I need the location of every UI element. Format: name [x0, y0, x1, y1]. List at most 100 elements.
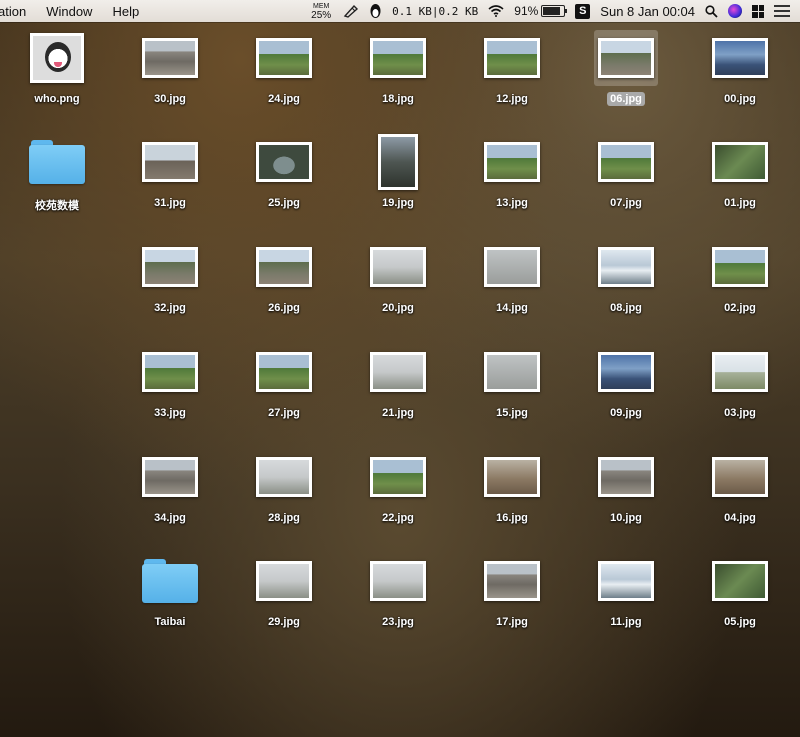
menu-help[interactable]: Help: [102, 4, 149, 19]
dog-image-thumbnail: [30, 33, 84, 83]
icon-thumbnail-area: [118, 449, 222, 505]
qq-penguin-icon[interactable]: [369, 3, 382, 19]
desktop-file-06-jpg[interactable]: 06.jpg: [574, 30, 678, 130]
icon-thumbnail-area: [688, 553, 792, 609]
icon-thumbnail-area: [460, 449, 564, 505]
icon-thumbnail-area: [688, 134, 792, 190]
menu-window[interactable]: Window: [36, 4, 102, 19]
desktop-file-01-jpg[interactable]: 01.jpg: [688, 134, 792, 234]
sogou-input-icon[interactable]: S: [575, 3, 591, 19]
icon-thumbnail-area: [460, 553, 564, 609]
file-label: 08.jpg: [610, 302, 642, 314]
photo-thumbnail: [712, 38, 768, 78]
icon-thumbnail-area: [346, 134, 450, 190]
desktop-file-24-jpg[interactable]: 24.jpg: [232, 30, 336, 130]
desktop-file-34-jpg[interactable]: 34.jpg: [118, 449, 222, 549]
wifi-icon[interactable]: [488, 5, 504, 17]
photo-thumbnail: [370, 561, 426, 601]
memory-monitor[interactable]: MEM 25%: [311, 2, 331, 21]
desktop-file-04-jpg[interactable]: 04.jpg: [688, 449, 792, 549]
file-label: 25.jpg: [268, 197, 300, 209]
desktop-folder-taibai[interactable]: Taibai: [118, 553, 222, 653]
battery-percent: 91%: [514, 4, 539, 18]
clock[interactable]: Sun 8 Jan 00:04: [600, 4, 695, 19]
siri-icon[interactable]: [728, 4, 742, 18]
photo-thumbnail: [256, 561, 312, 601]
desktop-file-10-jpg[interactable]: 10.jpg: [574, 449, 678, 549]
menu-bar: ation Window Help MEM 25% 0.1 KB|0.2 KB …: [0, 0, 800, 22]
folder-icon: [142, 559, 198, 603]
spotlight-search-icon[interactable]: [705, 4, 718, 18]
desktop-file-13-jpg[interactable]: 13.jpg: [460, 134, 564, 234]
desktop-file-25-jpg[interactable]: 25.jpg: [232, 134, 336, 234]
photo-thumbnail: [484, 142, 540, 182]
desktop-file-26-jpg[interactable]: 26.jpg: [232, 239, 336, 339]
desktop-file-29-jpg[interactable]: 29.jpg: [232, 553, 336, 653]
desktop-file-07-jpg[interactable]: 07.jpg: [574, 134, 678, 234]
file-label: 10.jpg: [610, 512, 642, 524]
file-label: 07.jpg: [610, 197, 642, 209]
file-label: 09.jpg: [610, 407, 642, 419]
icon-thumbnail-area: [5, 30, 109, 86]
desktop-file-03-jpg[interactable]: 03.jpg: [688, 344, 792, 444]
desktop-file-23-jpg[interactable]: 23.jpg: [346, 553, 450, 653]
file-label: 33.jpg: [154, 407, 186, 419]
desktop-file-20-jpg[interactable]: 20.jpg: [346, 239, 450, 339]
folder-icon: [29, 140, 85, 184]
photo-thumbnail: [598, 457, 654, 497]
file-label: 02.jpg: [724, 302, 756, 314]
desktop-file-16-jpg[interactable]: 16.jpg: [460, 449, 564, 549]
desktop-file-21-jpg[interactable]: 21.jpg: [346, 344, 450, 444]
desktop-file-33-jpg[interactable]: 33.jpg: [118, 344, 222, 444]
photo-thumbnail: [142, 38, 198, 78]
desktop-file-08-jpg[interactable]: 08.jpg: [574, 239, 678, 339]
icon-thumbnail-area: [232, 239, 336, 295]
battery-status[interactable]: 91%: [514, 4, 568, 18]
desktop-file-09-jpg[interactable]: 09.jpg: [574, 344, 678, 444]
desktop-file-19-jpg[interactable]: 19.jpg: [346, 134, 450, 234]
network-speed[interactable]: 0.1 KB|0.2 KB: [392, 5, 478, 18]
desktop-folder-folder[interactable]: 校苑数模: [5, 134, 109, 234]
desktop-file-28-jpg[interactable]: 28.jpg: [232, 449, 336, 549]
icon-thumbnail-area: [346, 449, 450, 505]
desktop-file-11-jpg[interactable]: 11.jpg: [574, 553, 678, 653]
photo-thumbnail: [712, 352, 768, 392]
desktop-file-31-jpg[interactable]: 31.jpg: [118, 134, 222, 234]
desktop-file-12-jpg[interactable]: 12.jpg: [460, 30, 564, 130]
icon-thumbnail-area: [346, 553, 450, 609]
photo-thumbnail: [370, 247, 426, 287]
desktop-file-05-jpg[interactable]: 05.jpg: [688, 553, 792, 653]
photo-thumbnail: [142, 142, 198, 182]
desktop-file-18-jpg[interactable]: 18.jpg: [346, 30, 450, 130]
desktop-file-who-png[interactable]: who.png: [5, 30, 109, 130]
app-grid-icon[interactable]: [752, 4, 764, 18]
file-label: 11.jpg: [610, 616, 642, 628]
menu-application[interactable]: ation: [0, 4, 36, 19]
desktop-file-15-jpg[interactable]: 15.jpg: [460, 344, 564, 444]
file-label: 00.jpg: [724, 93, 756, 105]
desktop-file-00-jpg[interactable]: 00.jpg: [688, 30, 792, 130]
desktop-file-32-jpg[interactable]: 32.jpg: [118, 239, 222, 339]
pen-icon[interactable]: [343, 4, 359, 18]
icon-thumbnail-area: [460, 239, 564, 295]
sogou-letter: S: [575, 3, 591, 19]
desktop-file-30-jpg[interactable]: 30.jpg: [118, 30, 222, 130]
icon-thumbnail-area: [460, 134, 564, 190]
desktop-file-17-jpg[interactable]: 17.jpg: [460, 553, 564, 653]
photo-thumbnail: [370, 352, 426, 392]
photo-thumbnail: [598, 561, 654, 601]
photo-thumbnail: [598, 38, 654, 78]
photo-thumbnail: [256, 457, 312, 497]
file-label: 13.jpg: [496, 197, 528, 209]
desktop-file-14-jpg[interactable]: 14.jpg: [460, 239, 564, 339]
notification-center-icon[interactable]: [774, 5, 790, 17]
desktop-file-02-jpg[interactable]: 02.jpg: [688, 239, 792, 339]
file-label: 16.jpg: [496, 512, 528, 524]
desktop-file-27-jpg[interactable]: 27.jpg: [232, 344, 336, 444]
icon-thumbnail-area: [5, 134, 109, 190]
file-label: 04.jpg: [724, 512, 756, 524]
icon-thumbnail-area: [688, 30, 792, 86]
file-label: 28.jpg: [268, 512, 300, 524]
desktop-file-22-jpg[interactable]: 22.jpg: [346, 449, 450, 549]
icon-thumbnail-area: [688, 344, 792, 400]
